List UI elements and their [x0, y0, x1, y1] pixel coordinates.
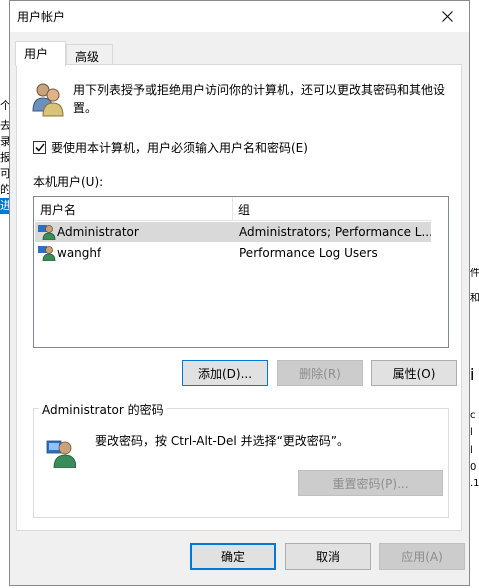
key-user-icon — [46, 440, 76, 468]
table-row[interactable]: Administrator Administrators; Performanc… — [35, 222, 431, 242]
require-login-label: 要使用本计算机，用户必须输入用户名和密码(E) — [51, 141, 308, 155]
tab-advanced[interactable]: 高级 — [66, 44, 113, 65]
bg-char: l — [470, 427, 473, 438]
user-icon — [38, 225, 56, 240]
bg-char: 和 — [470, 293, 479, 304]
user-name-cell: Administrator — [57, 225, 139, 239]
listview-header: 用户名 组 — [34, 197, 448, 221]
properties-button[interactable]: 属性(O) — [371, 360, 457, 386]
table-row[interactable]: wanghf Performance Log Users — [35, 243, 431, 263]
window-title: 用户帐户 — [17, 10, 66, 24]
bg-char: .1 — [470, 478, 479, 489]
title-bar[interactable]: 用户帐户 — [10, 1, 469, 32]
user-icon — [38, 246, 56, 261]
bg-char: 0 — [470, 462, 477, 473]
tab-users[interactable]: 用户 — [15, 41, 66, 66]
require-login-row[interactable]: 要使用本计算机，用户必须输入用户名和密码(E) — [33, 139, 308, 156]
close-button[interactable] — [425, 1, 469, 31]
intro-text: 用下列表授予或拒绝用户访问你的计算机，还可以更改其密码和其他设置。 — [73, 83, 446, 115]
column-divider[interactable] — [232, 197, 233, 220]
bg-char: 件 — [470, 268, 479, 279]
cancel-button[interactable]: 取消 — [285, 543, 371, 570]
user-name-cell: wanghf — [57, 246, 102, 260]
local-users-label: 本机用户(U): — [33, 175, 104, 189]
ok-button[interactable]: 确定 — [190, 543, 276, 570]
apply-button[interactable]: 应用(A) — [379, 543, 465, 570]
users-icon — [32, 83, 64, 117]
user-group-cell: Administrators; Performance L... — [239, 225, 431, 239]
column-header-group[interactable]: 组 — [238, 201, 250, 218]
check-icon — [34, 143, 45, 152]
column-header-username[interactable]: 用户名 — [40, 201, 76, 218]
user-group-cell: Performance Log Users — [239, 246, 378, 260]
listview-scrollbar[interactable] — [431, 197, 448, 347]
password-instructions: 要改密码，按 Ctrl-Alt-Del 并选择“更改密码”。 — [95, 434, 350, 448]
password-group-title: Administrator 的密码 — [39, 401, 167, 418]
require-login-checkbox[interactable] — [33, 141, 46, 154]
background-window-right: 件 和 i c l l 0 .1 — [470, 0, 479, 588]
users-tab-panel: 用下列表授予或拒绝用户访问你的计算机，还可以更改其密码和其他设置。 要使用本计算… — [16, 64, 462, 531]
bg-char: c — [470, 410, 476, 421]
reset-password-button[interactable]: 重置密码(P)... — [298, 470, 443, 496]
password-groupbox — [33, 408, 449, 518]
bg-char: i — [470, 367, 475, 383]
bg-char: l — [470, 445, 473, 456]
user-accounts-dialog: 用户帐户 用户 高级 用下列表授予或拒绝用户访问你的计算机，还可以更改其密码和其… — [9, 0, 470, 586]
users-listview[interactable]: 用户名 组 Administrator Administrators; Perf… — [33, 196, 449, 348]
add-user-button[interactable]: 添加(D)... — [182, 360, 268, 386]
close-icon — [441, 10, 453, 22]
remove-user-button[interactable]: 删除(R) — [277, 360, 363, 386]
